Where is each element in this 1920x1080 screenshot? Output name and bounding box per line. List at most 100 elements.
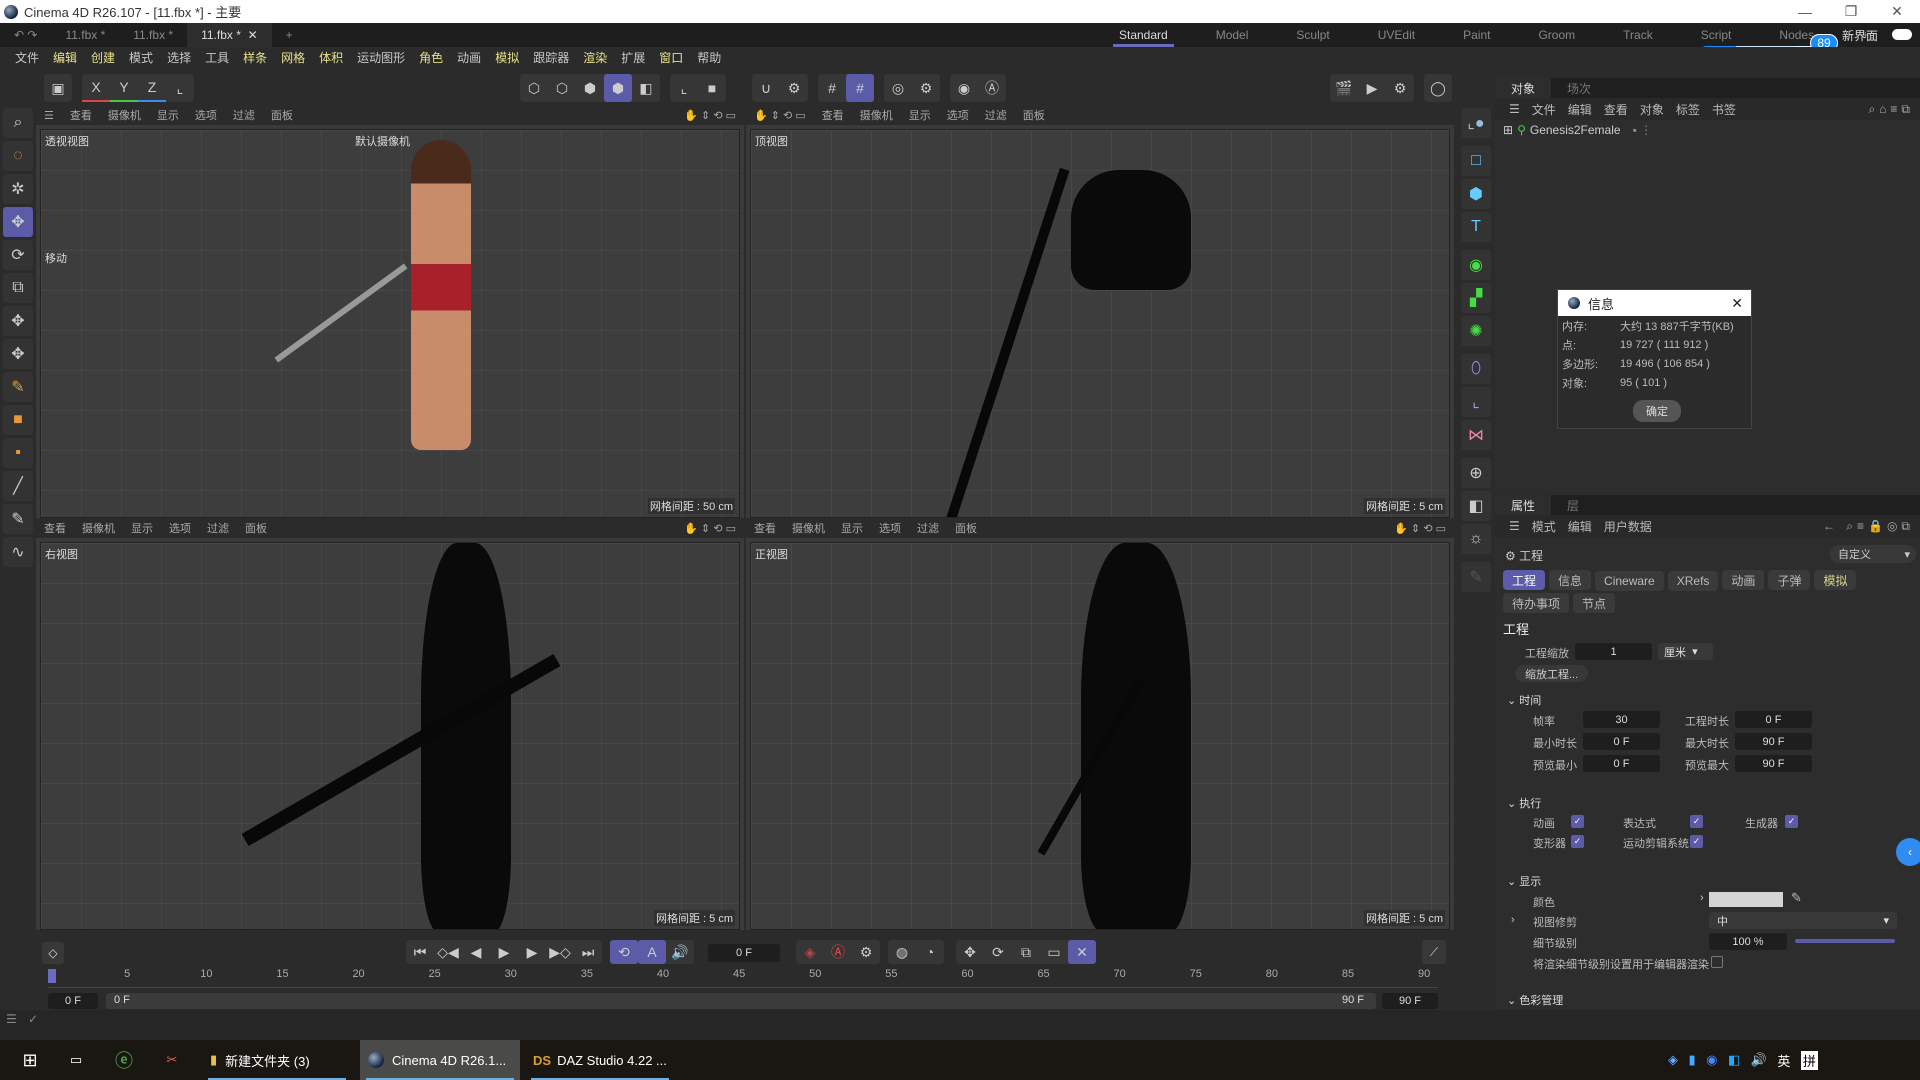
viewport-canvas[interactable]: 透视视图 默认摄像机 移动 网格间距 : 50 cm xyxy=(40,129,740,518)
obj-menu-edit[interactable]: 编辑 xyxy=(1562,101,1598,118)
tray-app-icon[interactable]: ◈ xyxy=(1668,1052,1678,1068)
object-menu-icon[interactable]: ☰ xyxy=(1503,102,1526,116)
vp-menu-options[interactable]: 选项 xyxy=(187,107,225,123)
light-icon[interactable]: ☼ xyxy=(1461,524,1491,554)
polygons-mode-icon[interactable]: ⬢ xyxy=(576,74,604,102)
min-time-input[interactable]: 0 F xyxy=(1583,733,1660,750)
menu-file[interactable]: 文件 xyxy=(8,49,46,66)
tray-app-icon[interactable]: ▮ xyxy=(1688,1052,1695,1068)
scale-project-button[interactable]: 缩放工程... xyxy=(1515,665,1589,682)
menu-render[interactable]: 渲染 xyxy=(576,49,614,66)
go-start-icon[interactable]: ⏮ xyxy=(406,940,434,964)
spline-cubes-icon[interactable]: ▪ xyxy=(3,438,33,468)
spline-line-icon[interactable]: ✎ xyxy=(3,504,33,534)
vp-menu-options[interactable]: 选项 xyxy=(871,520,909,536)
object-row[interactable]: ⊞ ⚲ Genesis2Female ▪ ⋮ xyxy=(1495,120,1920,140)
object-search-icons[interactable]: ⌕⌂≡⧉ xyxy=(1862,102,1920,117)
live-selection-icon[interactable]: ◌ xyxy=(3,141,33,171)
workplane-icon[interactable]: ◎ xyxy=(884,74,912,102)
menu-tracker[interactable]: 跟踪器 xyxy=(526,49,576,66)
scene-icon[interactable]: ⋈ xyxy=(1461,420,1491,450)
vp-menu-camera[interactable]: 摄像机 xyxy=(784,520,833,536)
menu-window[interactable]: 窗口 xyxy=(652,49,690,66)
ime-lang[interactable]: 英 xyxy=(1777,1051,1790,1070)
cube-icon[interactable]: ⬢ xyxy=(1461,179,1491,209)
axis-mode-icon[interactable]: ⌞ xyxy=(670,74,698,102)
tweak-icon[interactable]: ✲ xyxy=(3,174,33,204)
rotate-tool-icon[interactable]: ⟳ xyxy=(3,240,33,270)
key-pla-icon[interactable]: ✕ xyxy=(1068,940,1096,964)
layout-script[interactable]: Script xyxy=(1677,23,1756,47)
arrange-tool-icon[interactable]: ✥ xyxy=(3,339,33,369)
key-rotation-icon[interactable]: ⟳ xyxy=(984,940,1012,964)
close-tab-icon[interactable]: ✕ xyxy=(248,28,258,42)
vp-menu-view[interactable]: 查看 xyxy=(814,107,852,123)
menu-mesh[interactable]: 网格 xyxy=(274,49,312,66)
doc-tab[interactable]: 11.fbx * xyxy=(51,23,119,47)
menu-mode[interactable]: 模式 xyxy=(122,49,160,66)
layout-uvedit[interactable]: UVEdit xyxy=(1354,23,1439,47)
tab-attributes[interactable]: 属性 xyxy=(1495,495,1552,515)
exec-expressions-checkbox[interactable]: ✓ xyxy=(1690,815,1703,828)
vp-menu-display[interactable]: 显示 xyxy=(149,107,187,123)
volume-icon[interactable]: 🔊 xyxy=(1751,1052,1767,1068)
key-position-icon[interactable]: ✥ xyxy=(956,940,984,964)
vp-menu-camera[interactable]: 摄像机 xyxy=(100,107,149,123)
vp-menu-filter[interactable]: 过滤 xyxy=(225,107,263,123)
exec-generators-checkbox[interactable]: ✓ xyxy=(1785,815,1798,828)
vp-menu-panel[interactable]: 面板 xyxy=(237,520,275,536)
preset-dropdown[interactable]: 自定义 ▾ xyxy=(1830,545,1916,563)
attr-menu-userdata[interactable]: 用户数据 xyxy=(1598,518,1658,535)
autokey-mode-icon[interactable]: A xyxy=(638,940,666,964)
taskbar-item-c4d[interactable]: Cinema 4D R26.1... xyxy=(360,1040,520,1080)
vp-menu-camera[interactable]: 摄像机 xyxy=(852,107,901,123)
scale-tool-icon[interactable]: ⧉ xyxy=(3,273,33,303)
exec-deformers-checkbox[interactable]: ✓ xyxy=(1571,835,1584,848)
status-menu-icon[interactable]: ☰ xyxy=(6,1012,17,1026)
record-icon[interactable]: ◈ xyxy=(796,940,824,964)
chip-info[interactable]: 信息 xyxy=(1549,570,1592,590)
chip-project[interactable]: 工程 xyxy=(1503,570,1546,590)
color-swatch[interactable] xyxy=(1709,892,1783,907)
coordinate-system-icon[interactable]: ⌞ xyxy=(166,74,194,102)
speed-icon[interactable]: ◔ xyxy=(916,940,944,964)
attr-menu-icon[interactable]: ☰ xyxy=(1503,519,1526,533)
layout-paint[interactable]: Paint xyxy=(1439,23,1514,47)
clip-dropdown[interactable]: 中 ▾ xyxy=(1709,912,1897,929)
doc-tab-active[interactable]: 11.fbx * ✕ xyxy=(187,23,272,47)
preview-min-input[interactable]: 0 F xyxy=(1583,755,1660,772)
windows-start-icon[interactable]: ⊞ xyxy=(10,1040,50,1080)
vp-menu-view[interactable]: 查看 xyxy=(62,107,100,123)
play-icon[interactable]: ▶ xyxy=(490,940,518,964)
layout-sculpt[interactable]: Sculpt xyxy=(1272,23,1353,47)
redshift-icon[interactable]: ◯ xyxy=(1424,74,1452,102)
autokey-icon[interactable]: Ⓐ xyxy=(824,940,852,964)
section-display[interactable]: ⌄ 显示 xyxy=(1507,873,1541,889)
menu-extensions[interactable]: 扩展 xyxy=(614,49,652,66)
undo-button[interactable]: ↶ ↷ xyxy=(0,23,51,47)
obj-menu-view[interactable]: 查看 xyxy=(1598,101,1634,118)
snap-settings-icon[interactable]: ⚙ xyxy=(780,74,808,102)
prev-frame-icon[interactable]: ◀ xyxy=(462,940,490,964)
tab-layers[interactable]: 层 xyxy=(1551,495,1595,515)
playhead[interactable] xyxy=(48,969,56,983)
taskbar-item-daz[interactable]: DS DAZ Studio 4.22 ... xyxy=(525,1040,675,1080)
deformer-icon[interactable]: ⬯ xyxy=(1461,354,1491,384)
effector-icon[interactable]: ✺ xyxy=(1461,316,1491,346)
vp-menu-filter[interactable]: 过滤 xyxy=(909,520,947,536)
vp-menu-options[interactable]: 选项 xyxy=(939,107,977,123)
close-button[interactable]: ✕ xyxy=(1874,0,1920,23)
eyedropper-icon[interactable]: ✎ xyxy=(1791,890,1802,906)
exec-motion-system-checkbox[interactable]: ✓ xyxy=(1690,835,1703,848)
timeline-ruler[interactable]: 051015202530354045505560657075808590 xyxy=(48,968,1438,988)
vp-menu-options[interactable]: 选项 xyxy=(161,520,199,536)
tray-app-icon[interactable]: ◧ xyxy=(1728,1052,1740,1068)
duration-input[interactable]: 0 F xyxy=(1735,711,1812,728)
spline-point-icon[interactable]: ■ xyxy=(3,405,33,435)
chip-todo[interactable]: 待办事项 xyxy=(1503,593,1570,613)
range-slider[interactable]: 0 F 90 F xyxy=(106,993,1376,1009)
new-tab-button[interactable]: + xyxy=(272,23,307,47)
menu-simulate[interactable]: 模拟 xyxy=(488,49,526,66)
menu-help[interactable]: 帮助 xyxy=(690,49,728,66)
doc-tab[interactable]: 11.fbx * xyxy=(119,23,187,47)
